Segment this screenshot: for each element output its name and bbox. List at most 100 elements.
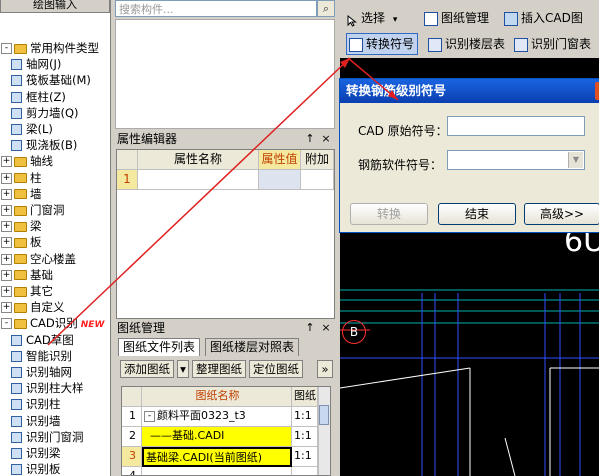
drawing-name: 颜料平面0323_t3 <box>157 409 246 422</box>
convert-button[interactable]: 转换 <box>350 203 428 225</box>
column-header-extra[interactable]: 附加 <box>301 150 334 170</box>
tree-label: 轴网(J) <box>26 57 62 72</box>
collapse-icon[interactable]: - <box>1 318 12 330</box>
column-header-scale[interactable]: 图纸 <box>292 387 318 407</box>
organize-drawing-button[interactable]: 整理图纸 <box>192 360 246 378</box>
property-extra-cell[interactable] <box>301 170 334 190</box>
end-button[interactable]: 结束 <box>438 203 516 225</box>
expand-icon[interactable]: + <box>1 237 12 249</box>
expand-icon[interactable]: + <box>1 302 12 314</box>
convert-symbol-button[interactable]: 转换符号 <box>346 33 419 55</box>
drawing-scale-cell[interactable]: 1:1 <box>292 407 318 427</box>
expand-icon[interactable]: + <box>1 188 12 200</box>
search-input[interactable]: 搜索构件... <box>115 0 317 17</box>
expand-icon[interactable]: + <box>1 205 12 216</box>
drawing-management-button[interactable]: 图纸管理 <box>424 8 489 28</box>
pin-icon[interactable]: ↑ <box>304 131 316 147</box>
tree-item[interactable]: 识别柱大样 <box>11 380 84 396</box>
grid-corner[interactable] <box>122 387 142 407</box>
expand-icon[interactable]: + <box>1 286 12 297</box>
collapse-icon[interactable]: - <box>1 43 12 54</box>
tree-label: 基础 <box>30 267 53 282</box>
close-icon[interactable]: × <box>320 320 332 336</box>
tree-category[interactable]: + 梁 <box>1 218 42 234</box>
tree-item[interactable]: 筏板基础(M) <box>11 72 91 88</box>
search-icon[interactable]: ⌕ <box>317 0 335 17</box>
tree-category[interactable]: + 其它 <box>1 283 53 299</box>
tree-item[interactable]: 智能识别 <box>11 348 72 364</box>
scrollbar[interactable] <box>318 387 330 475</box>
tree-category[interactable]: + 轴线 <box>1 153 53 169</box>
rebar-symbol-select[interactable] <box>447 150 585 170</box>
expand-icon[interactable]: + <box>1 269 12 281</box>
drawing-name-cell[interactable]: ——基础.CADI <box>142 427 292 447</box>
tree-label: 识别梁 <box>26 446 61 460</box>
tree-item[interactable]: 识别梁 <box>11 445 61 461</box>
column-header-name[interactable]: 属性名称 <box>138 150 259 170</box>
tree-item[interactable]: 识别轴网 <box>11 364 72 380</box>
row-number[interactable]: 1 <box>122 407 142 427</box>
tree-category[interactable]: + 门窗洞 <box>1 202 65 218</box>
tree-item[interactable]: 轴网(J) <box>11 56 61 72</box>
add-drawing-dropdown[interactable]: ▾ <box>177 360 189 378</box>
component-list-area <box>115 19 335 129</box>
tree-category[interactable]: + 柱 <box>1 170 42 186</box>
tree-category[interactable]: + 墙 <box>1 186 42 202</box>
tree-item[interactable]: 梁(L) <box>11 121 53 137</box>
drawing-scale-cell[interactable] <box>292 467 318 475</box>
tree-item[interactable]: 识别门窗洞 <box>11 429 84 445</box>
close-icon[interactable] <box>595 82 599 100</box>
property-grid: 属性名称 属性值 附加 1 <box>116 149 335 319</box>
expand-icon[interactable]: + <box>1 253 12 265</box>
tree-category[interactable]: + 空心楼盖 <box>1 251 76 267</box>
drawing-name-cell[interactable]: 基础梁.CADI(当前图纸) <box>142 447 292 467</box>
scrollbar-thumb[interactable] <box>319 405 329 425</box>
tree-item[interactable]: 现浇板(B) <box>11 137 77 153</box>
more-button[interactable]: » <box>317 360 333 378</box>
tree-item[interactable]: 识别板 <box>11 461 61 476</box>
draw-input-tab[interactable]: 绘图输入 <box>0 0 110 13</box>
tree-item[interactable]: 框柱(Z) <box>11 89 66 105</box>
tree-item[interactable]: CAD草图 <box>11 332 74 348</box>
tab-floor-mapping[interactable]: 图纸楼层对照表 <box>205 338 300 356</box>
tree-item[interactable]: 剪力墙(Q) <box>11 105 79 121</box>
tree-item[interactable]: 识别墙 <box>11 413 61 429</box>
row-number[interactable]: 2 <box>122 427 142 447</box>
expand-icon[interactable]: + <box>1 156 12 168</box>
tree-label: 墙 <box>30 186 42 201</box>
add-drawing-button[interactable]: 添加图纸 <box>120 360 174 378</box>
recognize-floor-table-button[interactable]: 识别楼层表 <box>428 34 505 54</box>
chevron-down-icon[interactable]: ▼ <box>568 152 583 168</box>
property-value-cell[interactable] <box>259 170 301 190</box>
tab-drawing-list[interactable]: 图纸文件列表 <box>118 338 201 356</box>
drawing-name-cell[interactable] <box>142 467 292 475</box>
tree-category[interactable]: + 板 <box>1 234 42 250</box>
close-icon[interactable]: × <box>320 131 332 147</box>
column-header-name[interactable]: 图纸名称 <box>142 387 292 407</box>
folder-icon <box>14 302 27 313</box>
advanced-button[interactable]: 高级>> <box>524 203 599 225</box>
drawing-scale-cell[interactable]: 1:1 <box>292 427 318 447</box>
cad-symbol-input[interactable] <box>447 116 585 136</box>
locate-drawing-button[interactable]: 定位图纸 <box>249 360 303 378</box>
insert-cad-button[interactable]: 插入CAD图 <box>504 8 583 28</box>
collapse-icon[interactable]: - <box>144 410 155 422</box>
select-button[interactable]: 选择 ▾ <box>346 8 397 28</box>
expand-icon[interactable]: + <box>1 172 12 184</box>
drawing-scale-cell[interactable]: 1:1 <box>292 447 318 467</box>
tree-category[interactable]: - CAD识别 NEW <box>1 315 104 331</box>
component-icon <box>11 107 22 119</box>
tree-category[interactable]: + 自定义 <box>1 299 65 315</box>
row-number[interactable]: 4 <box>122 467 142 475</box>
pin-icon[interactable]: ↑ <box>304 320 316 336</box>
expand-icon[interactable]: + <box>1 221 12 233</box>
column-header-value[interactable]: 属性值 <box>259 150 301 170</box>
row-number[interactable]: 3 <box>122 447 142 467</box>
tree-category[interactable]: + 基础 <box>1 267 53 283</box>
recognize-door-window-table-button[interactable]: 识别门窗表 <box>514 34 591 54</box>
convert-rebar-symbol-dialog: 转换钢筋级别符号 CAD 原始符号： 钢筋软件符号： ▼ 转换 结束 高级>> <box>339 78 599 233</box>
tree-category[interactable]: - 常用构件类型 <box>1 40 99 56</box>
tree-item[interactable]: 识别柱 <box>11 396 61 412</box>
drawing-name-cell[interactable]: - 颜料平面0323_t3 <box>142 407 292 427</box>
property-name-cell[interactable] <box>138 170 259 190</box>
